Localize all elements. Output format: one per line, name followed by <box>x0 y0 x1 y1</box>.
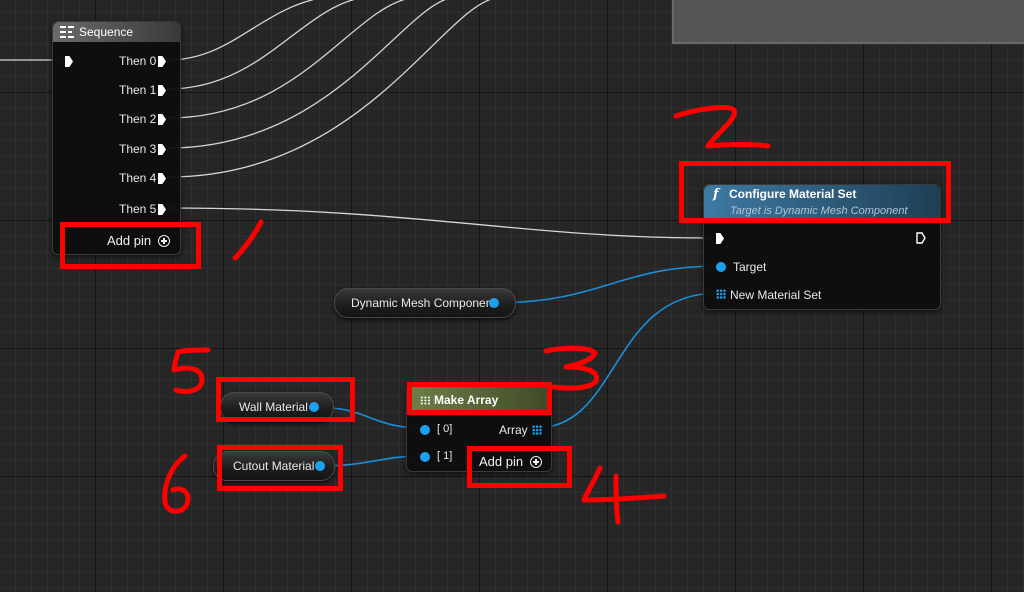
annotation-number-1 <box>232 219 264 261</box>
sequence-then1-pin[interactable] <box>158 85 166 96</box>
annotation-number-3 <box>543 345 600 391</box>
sequence-then4-label: Then 4 <box>119 171 157 185</box>
sequence-title: Sequence <box>79 25 134 39</box>
configure-target-label: Target <box>733 260 767 274</box>
configure-exec-in-pin[interactable] <box>716 233 724 244</box>
configure-material-set-pin[interactable] <box>716 289 726 299</box>
annotation-box-2 <box>679 161 951 223</box>
configure-material-set-label: New Material Set <box>730 288 822 302</box>
annotation-box-3 <box>407 382 552 415</box>
annotation-number-4 <box>581 465 667 525</box>
annotation-number-6 <box>162 453 191 514</box>
annotation-number-5 <box>171 347 211 395</box>
exec-wire-then3 <box>167 0 447 149</box>
sequence-exec-in-pin[interactable] <box>65 56 73 67</box>
sequence-node[interactable]: Sequence Then 0 Then 1 Then 2 Then 3 The… <box>52 21 181 255</box>
sequence-node-header: Sequence <box>53 22 180 42</box>
sequence-icon <box>60 26 74 38</box>
sequence-then2-pin[interactable] <box>158 114 166 125</box>
make-array-output-pin[interactable] <box>532 425 542 435</box>
make-array-output-label: Array <box>499 423 528 437</box>
make-array-index0-label: [ 0] <box>437 423 453 435</box>
exec-wire-then0 <box>167 0 315 61</box>
make-array-index1-label: [ 1] <box>437 450 453 462</box>
annotation-box-6 <box>217 445 343 491</box>
sequence-then5-pin[interactable] <box>158 204 166 215</box>
sequence-then3-label: Then 3 <box>119 142 157 156</box>
sequence-then5-label: Then 5 <box>119 202 157 216</box>
sequence-then3-pin[interactable] <box>158 144 166 155</box>
gray-panel <box>672 0 1024 44</box>
configure-exec-out-pin[interactable] <box>916 232 926 244</box>
sequence-then0-label: Then 0 <box>119 54 157 68</box>
dynamic-mesh-component-out-pin[interactable] <box>489 298 499 308</box>
sequence-then0-pin[interactable] <box>158 56 166 67</box>
configure-target-pin[interactable] <box>716 262 726 272</box>
sequence-then2-label: Then 2 <box>119 112 157 126</box>
dynamic-mesh-component-label: Dynamic Mesh Component <box>351 296 496 310</box>
annotation-box-5 <box>216 377 355 422</box>
make-array-index1-pin[interactable] <box>420 452 430 462</box>
annotation-number-2 <box>673 105 771 149</box>
annotation-box-1 <box>60 222 201 269</box>
make-array-index0-pin[interactable] <box>420 425 430 435</box>
sequence-then1-label: Then 1 <box>119 83 157 97</box>
dynamic-mesh-component-variable[interactable]: Dynamic Mesh Component <box>334 288 516 318</box>
exec-wire-then1 <box>167 0 356 90</box>
sequence-then4-pin[interactable] <box>158 173 166 184</box>
exec-wire-then4 <box>167 0 492 178</box>
annotation-box-4 <box>467 446 572 488</box>
